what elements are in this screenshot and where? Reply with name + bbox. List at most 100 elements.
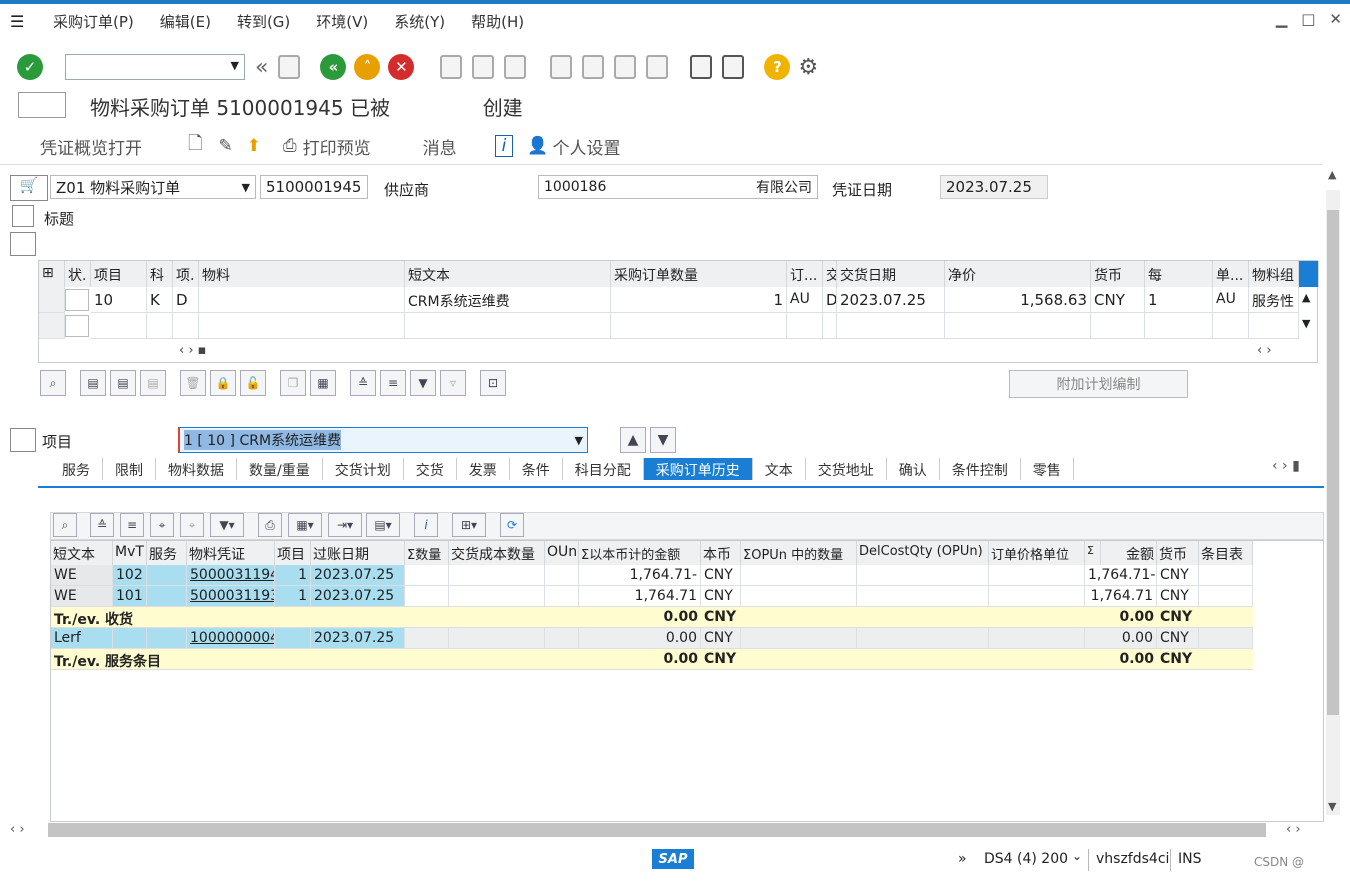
tab-account-assignment[interactable]: 科目分配	[562, 458, 644, 480]
account-cell[interactable]	[147, 313, 173, 339]
screen-menu-button[interactable]	[18, 92, 66, 118]
exit-icon[interactable]: ˄	[354, 54, 381, 80]
per-cell[interactable]: 1	[1145, 287, 1213, 313]
short-text-cell[interactable]	[405, 313, 611, 339]
col-po-qty[interactable]: 采购订单数量	[611, 261, 787, 287]
material-cell[interactable]	[199, 313, 405, 339]
item-cat-cell[interactable]: D	[173, 287, 199, 313]
item-cat-cell[interactable]	[173, 313, 199, 339]
sort-ascending-icon[interactable]: ≙	[350, 370, 376, 396]
tab-confirmations[interactable]: 确认	[886, 458, 940, 480]
export-icon[interactable]: ⇥▾	[328, 513, 362, 537]
col-per[interactable]: 每	[1145, 261, 1213, 287]
messages-button[interactable]: 消息	[423, 134, 457, 159]
col-material-doc[interactable]: 物料凭证	[187, 541, 275, 565]
scroll-down-icon[interactable]: ▼	[1299, 313, 1319, 339]
col-material[interactable]: 物料	[199, 261, 405, 287]
col-item[interactable]: 项目	[275, 541, 311, 565]
last-page-icon[interactable]	[646, 55, 669, 79]
net-price-cell[interactable]: 1,568.63	[945, 287, 1091, 313]
filter-dropdown-icon[interactable]: ▼▾	[210, 513, 244, 537]
col-status[interactable]: 状.	[65, 261, 91, 287]
header-collapse-icon[interactable]	[12, 205, 34, 227]
tab-retail[interactable]: 零售	[1020, 458, 1074, 480]
h-scroll-arrows[interactable]: ‹ › ▪	[179, 343, 206, 358]
doc-type-select[interactable]: Z01 物料采购订单 ▼	[50, 175, 256, 199]
lock-icon[interactable]: 🔒	[210, 370, 236, 396]
find-next-icon[interactable]: ⌖	[180, 513, 204, 537]
col-net-price[interactable]: 净价	[945, 261, 1091, 287]
new-session-icon[interactable]	[690, 55, 713, 79]
copy-icon[interactable]: ❐	[280, 370, 306, 396]
col-entry-table[interactable]: 条目表	[1199, 541, 1253, 565]
settings-gear-icon[interactable]: ⚙	[798, 55, 818, 80]
cart-icon[interactable]: 🛒	[10, 175, 48, 201]
horizontal-scrollbar[interactable]	[48, 823, 1266, 837]
col-local-currency[interactable]: 本币	[701, 541, 741, 565]
column-config-icon[interactable]	[1299, 261, 1319, 287]
service-entry-link[interactable]: 1000000004	[187, 628, 275, 649]
tab-condition-control[interactable]: 条件控制	[939, 458, 1021, 480]
tab-delivery-schedule[interactable]: 交货计划	[322, 458, 404, 480]
info-icon[interactable]: i	[494, 135, 514, 157]
tab-limits[interactable]: 限制	[103, 458, 156, 480]
find-icon[interactable]: ⌖	[150, 513, 174, 537]
views-icon[interactable]: ▦▾	[288, 513, 322, 537]
col-quantity[interactable]: Σ数量	[405, 541, 449, 565]
h-scroll-arrows-right[interactable]: ‹ ›	[1257, 343, 1272, 358]
menu-goto[interactable]: 转到(G)	[224, 11, 303, 32]
col-short-text[interactable]: 短文本	[405, 261, 611, 287]
col-unit[interactable]: 单...	[1213, 261, 1249, 287]
print-icon[interactable]: ⎙	[258, 513, 282, 537]
vendor-field[interactable]: 1000186 有限公司	[538, 175, 818, 199]
find-icon[interactable]	[472, 55, 495, 79]
details-icon[interactable]: ⌕	[53, 513, 77, 537]
print-preview-button[interactable]: 打印预览	[303, 134, 371, 159]
col-currency[interactable]: 货币	[1157, 541, 1199, 565]
delete-filter-icon[interactable]: ▿	[440, 370, 466, 396]
menu-help[interactable]: 帮助(H)	[458, 11, 537, 32]
tab-texts[interactable]: 文本	[752, 458, 806, 480]
scroll-up-icon[interactable]: ▲	[1328, 168, 1336, 181]
col-order-unit[interactable]: 订...	[787, 261, 823, 287]
tab-po-history[interactable]: 采购订单历史	[643, 458, 753, 480]
back-icon[interactable]: «	[320, 54, 347, 80]
delivery-date-cell[interactable]: 2023.07.25	[837, 287, 945, 313]
per-cell[interactable]	[1145, 313, 1213, 339]
copy-item-icon[interactable]: ▤	[140, 370, 166, 396]
col-currency[interactable]: 货币	[1091, 261, 1145, 287]
system-dropdown-icon[interactable]: ⌄	[1072, 849, 1082, 863]
account-cell[interactable]: K	[147, 287, 173, 313]
col-mvt[interactable]: MvT	[113, 541, 147, 565]
item-cell[interactable]	[91, 313, 147, 339]
col-delcost-opun[interactable]: DelCostQty (OPUn)	[857, 541, 989, 565]
insert-item-icon[interactable]: ▤	[110, 370, 136, 396]
col-short-text[interactable]: 短文本	[51, 541, 113, 565]
tab-invoice[interactable]: 发票	[456, 458, 510, 480]
tab-material-data[interactable]: 物料数据	[156, 458, 237, 480]
po-number-field[interactable]: 5100001945	[260, 175, 368, 199]
layout-icon[interactable]: ▤▾	[366, 513, 400, 537]
delivery-type-cell[interactable]: D	[823, 287, 837, 313]
sort-descending-icon[interactable]: ≡	[380, 370, 406, 396]
sort-asc-icon[interactable]: ≙	[90, 513, 114, 537]
items-expand-icon[interactable]	[10, 232, 36, 256]
col-price-unit[interactable]: 订单价格单位	[989, 541, 1085, 565]
save-icon[interactable]	[278, 55, 301, 79]
enter-icon[interactable]: ✓	[17, 54, 43, 80]
additional-planning-button[interactable]: 附加计划编制	[1009, 370, 1188, 398]
unit-cell[interactable]	[1213, 313, 1249, 339]
item-details-icon[interactable]: ⌕	[40, 370, 66, 396]
personal-settings-button[interactable]: 个人设置	[553, 134, 621, 159]
tab-qty-weight[interactable]: 数量/重量	[237, 458, 323, 480]
col-material-group[interactable]: 物料组	[1249, 261, 1299, 287]
print-icon[interactable]	[440, 55, 463, 79]
display-variant-icon[interactable]: ⊞▾	[452, 513, 486, 537]
order-unit-cell[interactable]: AU	[787, 287, 823, 313]
col-item-cat[interactable]: 项.	[173, 261, 199, 287]
row-selector[interactable]	[39, 287, 65, 313]
configuration-icon[interactable]: ⊡	[480, 370, 506, 396]
cancel-icon[interactable]: ✕	[388, 54, 415, 80]
prev-item-icon[interactable]: ▲	[620, 427, 646, 453]
material-doc-link[interactable]: 5000031193	[187, 586, 275, 607]
